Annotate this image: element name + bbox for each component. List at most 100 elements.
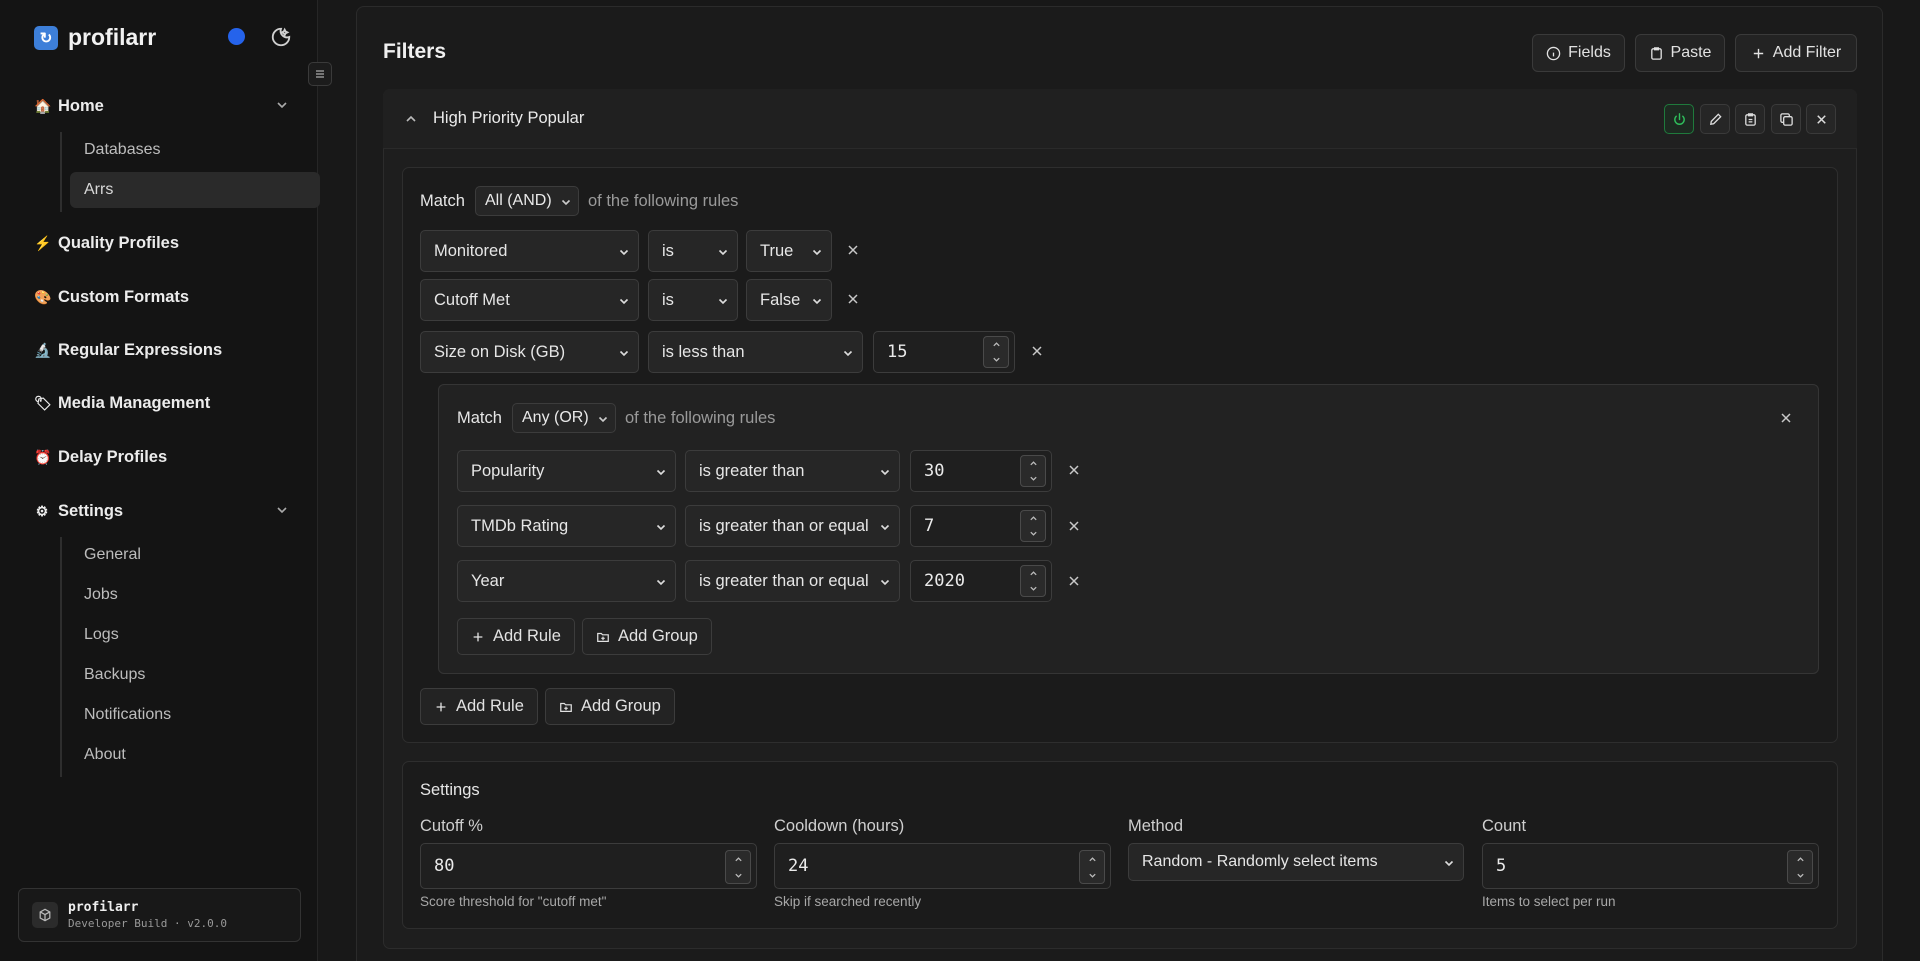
sidebar-item-label: Home — [58, 96, 104, 115]
match-suffix: of the following rules — [588, 192, 739, 210]
sidebar-item-custom-formats[interactable]: 🎨 Custom Formats — [34, 284, 300, 310]
sidebar-item-databases[interactable]: Databases — [70, 132, 320, 168]
edit-filter-button[interactable] — [1700, 104, 1730, 134]
number-stepper[interactable] — [1079, 850, 1105, 884]
cutoff-input[interactable]: 80 — [420, 843, 757, 889]
brand[interactable]: ↻ profilarr — [34, 24, 156, 51]
rule-value-select[interactable]: True — [746, 230, 832, 272]
cooldown-label: Cooldown (hours) — [774, 817, 905, 835]
fields-button[interactable]: Fields — [1532, 34, 1625, 72]
add-group-button[interactable]: Add Group — [545, 688, 675, 725]
add-filter-button[interactable]: Add Filter — [1735, 34, 1857, 72]
remove-rule-icon[interactable] — [1066, 573, 1082, 589]
sidebar-item-about[interactable]: About — [70, 737, 320, 773]
sidebar-item-logs[interactable]: Logs — [70, 617, 320, 653]
remove-group-icon[interactable] — [1778, 410, 1794, 426]
chevron-down-icon[interactable] — [734, 871, 743, 880]
number-stepper[interactable] — [1787, 850, 1813, 884]
chevron-down-icon — [619, 298, 629, 305]
rule-field-select[interactable]: Popularity — [457, 450, 676, 492]
rule-value-input[interactable]: 15 — [873, 331, 1015, 373]
method-select[interactable]: Random - Randomly select items — [1128, 843, 1464, 881]
status-indicator[interactable] — [228, 28, 245, 45]
rule-field-select[interactable]: Cutoff Met — [420, 279, 639, 321]
rule-field-select[interactable]: Monitored — [420, 230, 639, 272]
chevron-down-icon[interactable] — [1029, 529, 1038, 538]
chevron-up-icon[interactable] — [1796, 855, 1805, 864]
chevron-down-icon[interactable] — [1029, 474, 1038, 483]
chevron-down-icon[interactable] — [1796, 871, 1805, 880]
remove-rule-icon[interactable] — [845, 291, 861, 307]
rule-field-select[interactable]: Size on Disk (GB) — [420, 331, 639, 373]
sidebar-item-regular-expressions[interactable]: 🔬 Regular Expressions — [34, 337, 300, 363]
chevron-up-icon[interactable] — [1029, 459, 1038, 468]
rule-value-input[interactable]: 30 — [910, 450, 1052, 492]
rule-value-input[interactable]: 7 — [910, 505, 1052, 547]
rule-operator-select[interactable]: is less than — [648, 331, 863, 373]
sidebar-item-settings[interactable]: ⚙ Settings — [34, 498, 300, 524]
chevron-up-icon[interactable] — [734, 855, 743, 864]
theme-toggle-icon[interactable] — [270, 26, 292, 48]
remove-rule-icon[interactable] — [1066, 462, 1082, 478]
chevron-down-icon — [812, 249, 822, 256]
sidebar-item-jobs[interactable]: Jobs — [70, 577, 320, 613]
count-input[interactable]: 5 — [1482, 843, 1819, 889]
chevron-down-icon — [656, 469, 666, 476]
match-mode-select[interactable]: All (AND) — [475, 186, 579, 216]
rule-operator-select[interactable]: is — [648, 230, 738, 272]
add-group-button[interactable]: Add Group — [582, 618, 712, 655]
timer-icon: ⏰ — [34, 448, 52, 465]
microscope-icon: 🔬 — [34, 341, 52, 358]
duplicate-filter-button[interactable] — [1771, 104, 1801, 134]
chevron-up-icon[interactable] — [992, 340, 1001, 349]
remove-rule-icon[interactable] — [845, 242, 861, 258]
sidebar-item-backups[interactable]: Backups — [70, 657, 320, 693]
number-stepper[interactable] — [1020, 455, 1046, 487]
method-label: Method — [1128, 817, 1184, 835]
remove-rule-icon[interactable] — [1066, 518, 1082, 534]
number-stepper[interactable] — [725, 850, 751, 884]
delete-filter-button[interactable] — [1806, 104, 1836, 134]
rule-field-select[interactable]: TMDb Rating — [457, 505, 676, 547]
match-label: Match — [420, 192, 465, 210]
toggle-enabled-button[interactable] — [1664, 104, 1694, 134]
rule-operator-select[interactable]: is — [648, 279, 738, 321]
number-stepper[interactable] — [1020, 565, 1046, 597]
duplicate-icon — [1779, 112, 1793, 126]
add-rule-button[interactable]: Add Rule — [420, 688, 538, 725]
copy-to-clipboard-button[interactable] — [1735, 104, 1765, 134]
chevron-down-icon[interactable] — [992, 355, 1001, 364]
plus-icon — [473, 632, 483, 641]
chevron-up-icon[interactable] — [403, 111, 419, 127]
filter-header[interactable] — [383, 89, 1857, 149]
sidebar-item-label: Quality Profiles — [58, 233, 180, 252]
sidebar-item-home[interactable]: 🏠 Home — [34, 93, 300, 119]
rule-operator-select[interactable]: is greater than or equal — [685, 505, 900, 547]
sidebar-item-notifications[interactable]: Notifications — [70, 697, 320, 733]
add-rule-button[interactable]: Add Rule — [457, 618, 575, 655]
rule-field-select[interactable]: Year — [457, 560, 676, 602]
chevron-up-icon[interactable] — [1029, 514, 1038, 523]
chevron-down-icon[interactable] — [1088, 871, 1097, 880]
rule-operator-select[interactable]: is greater than or equal — [685, 560, 900, 602]
sidebar-item-quality-profiles[interactable]: ⚡ Quality Profiles — [34, 230, 300, 256]
paste-button[interactable]: Paste — [1635, 34, 1725, 72]
sidebar-collapse-button[interactable] — [308, 62, 332, 86]
chevron-up-icon[interactable] — [1088, 855, 1097, 864]
cooldown-help: Skip if searched recently — [774, 894, 922, 909]
remove-rule-icon[interactable] — [1029, 343, 1045, 359]
sidebar-item-delay-profiles[interactable]: ⏰ Delay Profiles — [34, 444, 300, 470]
chevron-down-icon[interactable] — [1029, 584, 1038, 593]
number-stepper[interactable] — [983, 336, 1009, 368]
match-mode-select[interactable]: Any (OR) — [512, 403, 616, 433]
rule-operator-select[interactable]: is greater than — [685, 450, 900, 492]
folder-plus-icon — [560, 702, 572, 712]
number-stepper[interactable] — [1020, 510, 1046, 542]
cooldown-input[interactable]: 24 — [774, 843, 1111, 889]
sidebar-item-general[interactable]: General — [70, 537, 320, 573]
sidebar-item-arrs[interactable]: Arrs — [70, 172, 320, 208]
rule-value-input[interactable]: 2020 — [910, 560, 1052, 602]
chevron-up-icon[interactable] — [1029, 569, 1038, 578]
sidebar-item-media-management[interactable]: 🏷 Media Management — [34, 390, 300, 416]
rule-value-select[interactable]: False — [746, 279, 832, 321]
